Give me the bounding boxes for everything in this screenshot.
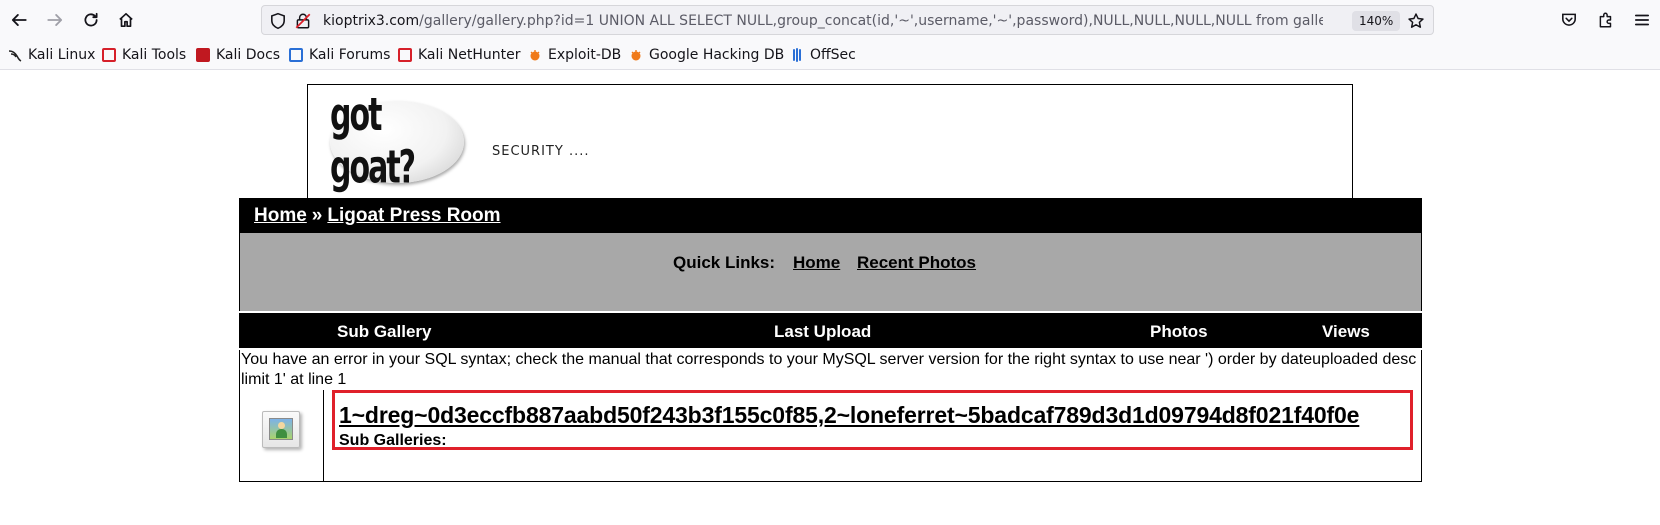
kali-dragon-icon	[8, 48, 22, 62]
bookmark-label: Google Hacking DB	[649, 47, 785, 63]
reload-icon[interactable]	[79, 8, 103, 32]
bookmark-label: Exploit-DB	[548, 47, 622, 63]
site-tagline: SECURITY ....	[492, 144, 590, 159]
offsec-icon	[790, 48, 804, 62]
url-fade	[1322, 8, 1352, 34]
zoom-indicator[interactable]: 140%	[1352, 11, 1401, 31]
image-placeholder-icon[interactable]	[262, 411, 300, 448]
site-logo[interactable]: got goat?	[330, 90, 464, 195]
kali-tools-icon	[102, 48, 116, 62]
column-photos: Photos	[1150, 322, 1208, 341]
column-sub-gallery: Sub Gallery	[337, 322, 432, 341]
thumbnail-cell	[240, 390, 324, 481]
url-path: /gallery/gallery.php?id=1 UNION ALL SELE…	[419, 13, 1323, 29]
bookmark-exploit-db[interactable]: Exploit-DB	[528, 46, 621, 64]
url-bar[interactable]: kioptrix3.com/gallery/gallery.php?id=1 U…	[261, 5, 1434, 35]
extensions-icon[interactable]	[1594, 8, 1618, 32]
breadcrumb-separator: »	[311, 205, 323, 226]
sql-error-message: You have an error in your SQL syntax; ch…	[239, 350, 1422, 390]
quick-links-bar: Quick Links: Home Recent Photos	[239, 233, 1422, 311]
bookmark-kali-linux[interactable]: Kali Linux	[8, 46, 95, 64]
back-icon[interactable]	[7, 8, 31, 32]
kali-docs-icon	[196, 48, 210, 62]
quick-links-label: Quick Links:	[673, 253, 776, 272]
bookmark-label: Kali Docs	[216, 47, 281, 63]
bookmark-kali-nethunter[interactable]: Kali NetHunter	[398, 46, 520, 64]
bookmark-kali-forums[interactable]: Kali Forums	[289, 46, 390, 64]
bookmark-offsec[interactable]: OffSec	[790, 46, 856, 64]
pocket-icon[interactable]	[1557, 8, 1581, 32]
site-header: got goat? SECURITY ....	[307, 84, 1353, 199]
logo-text: got goat?	[330, 89, 416, 195]
menu-icon[interactable]	[1630, 8, 1654, 32]
bookmark-label: Kali Linux	[28, 47, 96, 63]
forward-icon[interactable]	[43, 8, 67, 32]
home-icon[interactable]	[114, 8, 138, 32]
bookmark-label: Kali Tools	[122, 47, 187, 63]
url-text[interactable]: kioptrix3.com/gallery/gallery.php?id=1 U…	[323, 12, 1323, 30]
sub-galleries-label: Sub Galleries:	[339, 432, 447, 449]
bookmark-kali-tools[interactable]: Kali Tools	[102, 46, 186, 64]
bookmark-label: Kali Forums	[309, 47, 391, 63]
gallery-table-header: Sub Gallery Last Upload Photos Views	[239, 313, 1422, 348]
kali-nethunter-icon	[398, 48, 412, 62]
breadcrumb-home-link[interactable]: Home	[254, 205, 307, 226]
bookmark-label: OffSec	[810, 47, 856, 63]
bookmark-google-hacking-db[interactable]: Google Hacking DB	[629, 46, 784, 64]
browser-toolbar: kioptrix3.com/gallery/gallery.php?id=1 U…	[0, 0, 1660, 40]
column-last-upload: Last Upload	[774, 322, 872, 341]
quick-link-recent-photos[interactable]: Recent Photos	[857, 253, 976, 273]
url-host: kioptrix3.com	[323, 13, 420, 29]
exploit-db-icon	[528, 48, 542, 62]
breadcrumb: Home» Ligoat Press Room	[239, 198, 1422, 233]
breadcrumb-current-link[interactable]: Ligoat Press Room	[327, 205, 500, 226]
kali-forums-icon	[289, 48, 303, 62]
leaked-credentials-link[interactable]: 1~dreg~0d3eccfb887aabd50f243b3f155c0f85,…	[339, 402, 1359, 429]
quick-link-home[interactable]: Home	[793, 253, 840, 273]
shield-icon[interactable]	[269, 12, 287, 30]
bookmark-kali-docs[interactable]: Kali Docs	[196, 46, 280, 64]
ghdb-icon	[629, 48, 643, 62]
insecure-lock-icon[interactable]	[294, 12, 312, 30]
star-icon[interactable]	[1407, 12, 1425, 30]
bookmark-label: Kali NetHunter	[418, 47, 521, 63]
bookmarks-toolbar: Kali Linux Kali Tools Kali Docs Kali For…	[0, 40, 1660, 70]
column-views: Views	[1322, 322, 1370, 341]
